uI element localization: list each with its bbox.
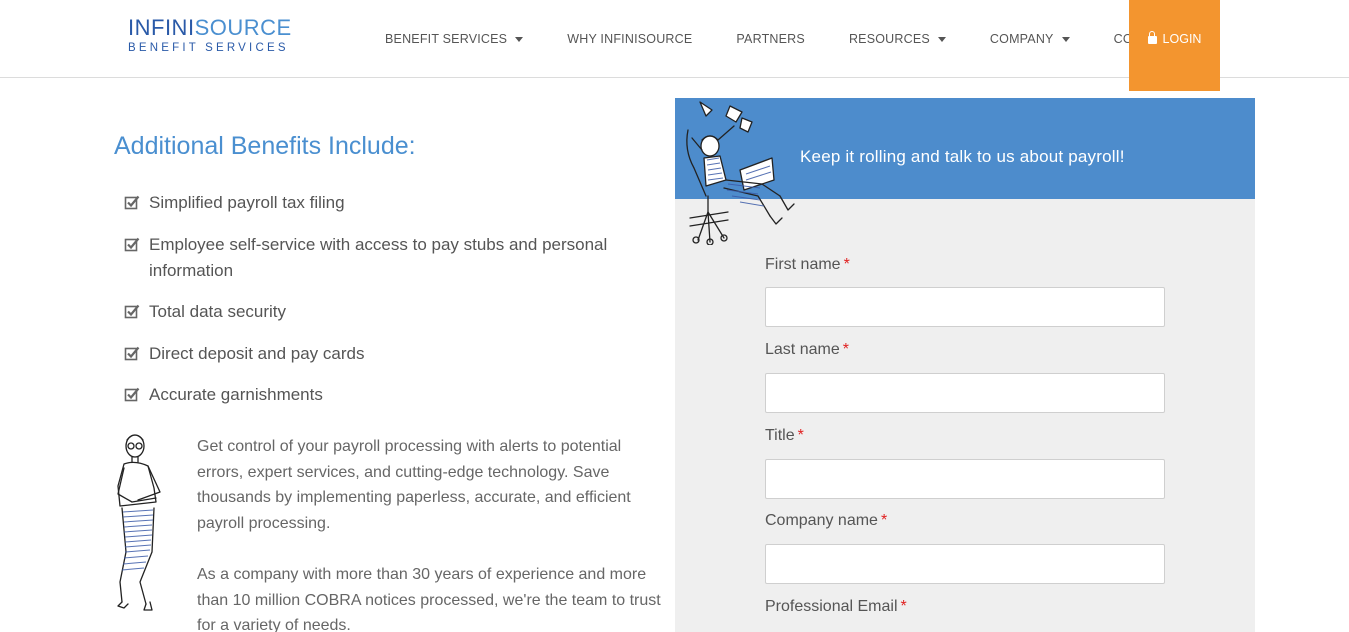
nav-resources[interactable]: RESOURCES	[827, 0, 968, 78]
required-marker: *	[842, 341, 849, 358]
list-item: Simplified payroll tax filing	[124, 190, 644, 216]
first-name-input[interactable]	[765, 287, 1165, 327]
main-nav: BENEFIT SERVICES WHY INFINISOURCE PARTNE…	[363, 0, 1213, 78]
form-banner-text: Keep it rolling and talk to us about pay…	[800, 147, 1125, 166]
company-name-input[interactable]	[765, 544, 1165, 584]
title-label: Title *	[765, 427, 804, 444]
experience-description: As a company with more than 30 years of …	[197, 566, 661, 632]
first-name-label: First name *	[765, 256, 850, 273]
list-item: Direct deposit and pay cards	[124, 341, 644, 367]
logo-wordmark: INFINISOURCE	[128, 15, 292, 40]
nav-partners[interactable]: PARTNERS	[714, 0, 827, 78]
last-name-input[interactable]	[765, 373, 1165, 413]
list-item: Accurate garnishments	[124, 382, 644, 408]
lock-icon	[1147, 30, 1157, 44]
required-marker: *	[880, 512, 888, 529]
list-item: Total data security	[124, 299, 644, 325]
required-marker: *	[843, 256, 850, 273]
last-name-label: Last name *	[765, 341, 849, 358]
caret-down-icon	[1061, 36, 1070, 42]
checkbox-checked-icon	[124, 346, 140, 360]
checkbox-checked-icon	[124, 387, 140, 402]
nav-company[interactable]: COMPANY	[968, 0, 1092, 78]
list-item: Employee self-service with access to pay…	[124, 232, 644, 284]
required-marker: *	[900, 598, 907, 615]
sketch-person-illustration	[117, 434, 161, 611]
checkbox-checked-icon	[124, 304, 140, 319]
checkbox-checked-icon	[124, 237, 140, 251]
nav-benefit-services[interactable]: BENEFIT SERVICES	[363, 0, 545, 78]
title-input[interactable]	[765, 459, 1165, 499]
payroll-description: Get control of your payroll processing w…	[197, 438, 631, 532]
required-marker: *	[797, 427, 804, 444]
logo-tagline: BENEFIT SERVICES	[128, 42, 289, 54]
office-chair-person-illustration	[686, 101, 795, 245]
login-button[interactable]: LOGIN	[1129, 0, 1220, 91]
caret-down-icon	[515, 36, 524, 42]
professional-email-label: Professional Email *	[765, 598, 907, 615]
checkbox-checked-icon	[124, 195, 140, 210]
infinisource-logo[interactable]: INFINISOURCE BENEFIT SERVICES	[128, 16, 308, 56]
benefits-heading: Additional Benefits Include:	[114, 132, 416, 160]
caret-down-icon	[937, 36, 946, 42]
company-name-label: Company name *	[765, 512, 888, 529]
nav-why-infinisource[interactable]: WHY INFINISOURCE	[545, 0, 714, 78]
benefits-list: Simplified payroll tax filing Employee s…	[124, 190, 644, 424]
